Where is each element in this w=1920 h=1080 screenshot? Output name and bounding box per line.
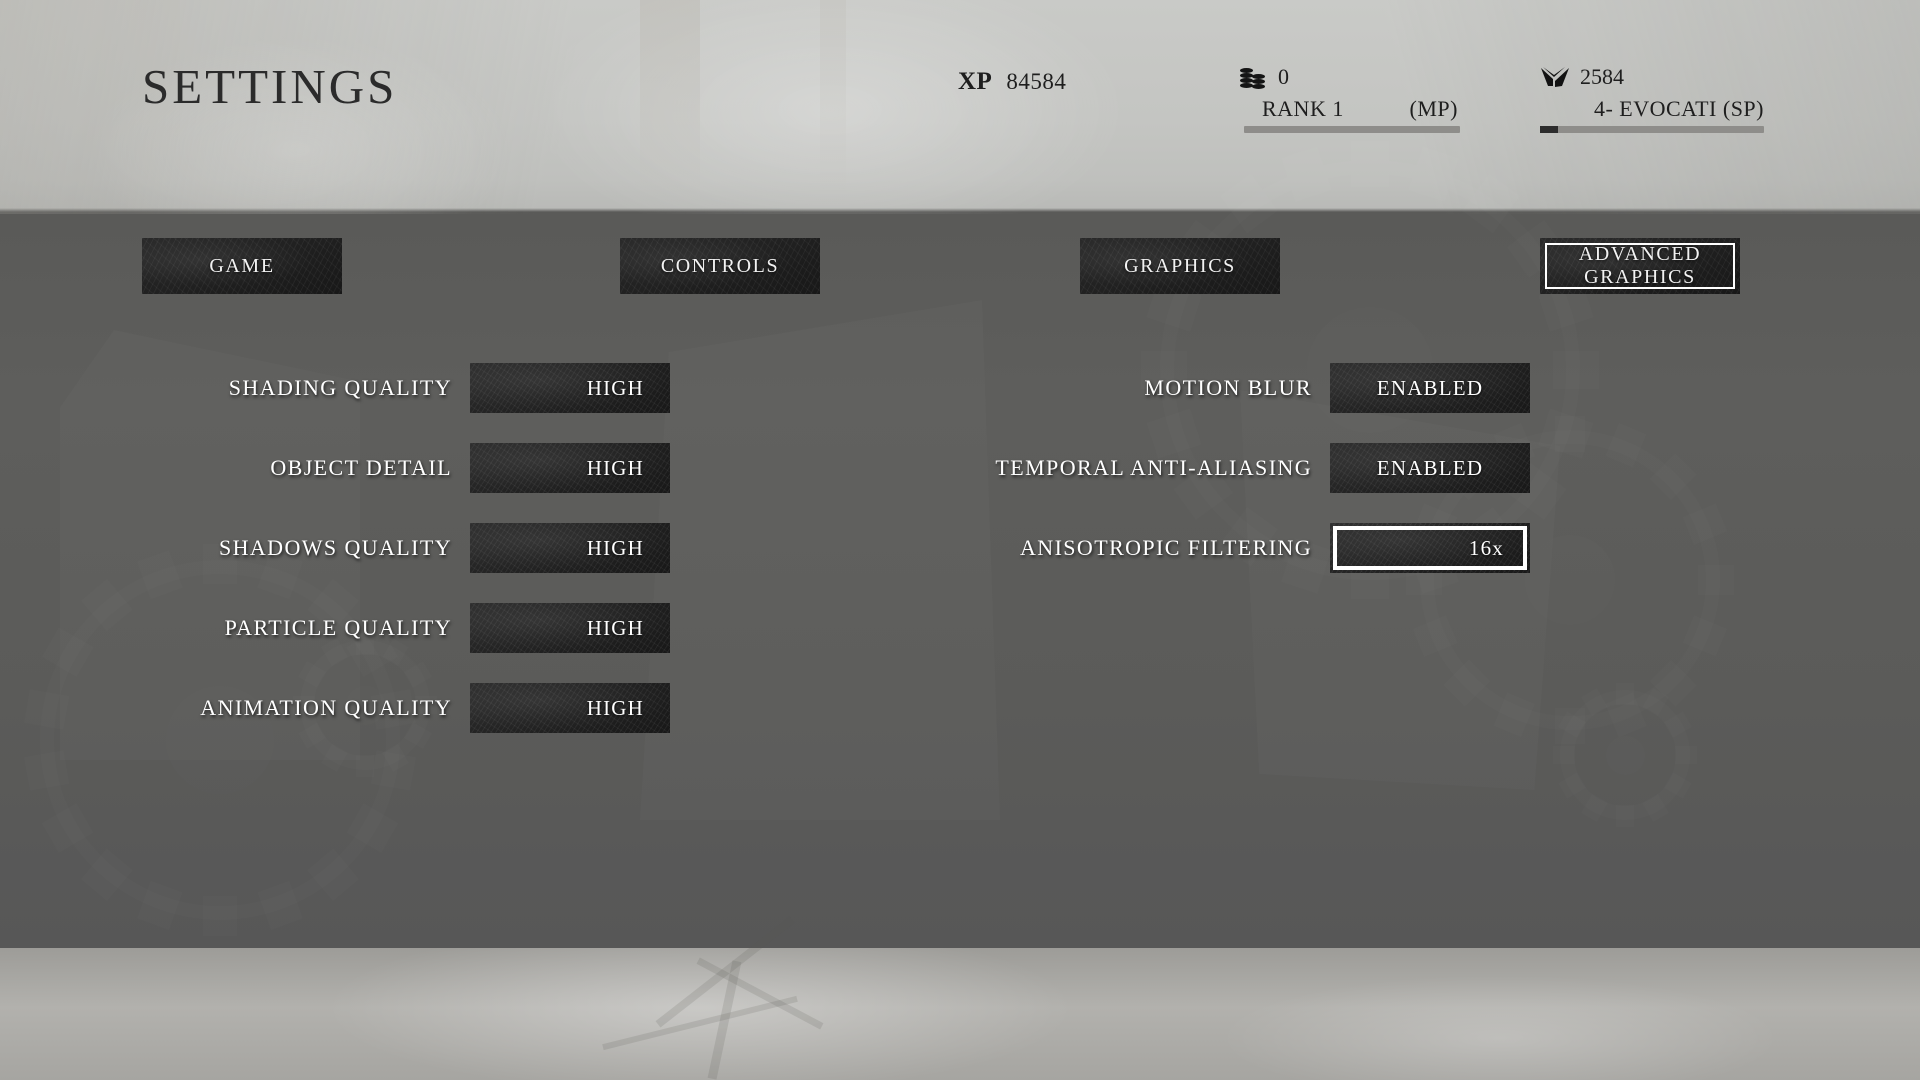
tab-controls[interactable]: CONTROLS [620, 238, 820, 294]
setting-row-object-detail[interactable]: OBJECT DETAIL HIGH [120, 428, 670, 508]
footer-bar: SELECT BACK [0, 948, 1920, 1080]
setting-row-temporal-anti-aliasing[interactable]: TEMPORAL ANTI-ALIASING ENABLED [980, 428, 1530, 508]
setting-value-box[interactable]: ENABLED [1330, 363, 1530, 413]
setting-label: TEMPORAL ANTI-ALIASING [995, 455, 1312, 480]
setting-label: ANISOTROPIC FILTERING [1020, 535, 1312, 560]
tab-graphics[interactable]: GRAPHICS [1080, 238, 1280, 294]
chevron-wing-icon [1540, 66, 1570, 88]
setting-row-anisotropic-filtering[interactable]: ANISOTROPIC FILTERING 16x [980, 508, 1530, 588]
sp-progress-bar [1540, 126, 1764, 133]
tab-advanced-graphics[interactable]: ADVANCED GRAPHICS [1540, 238, 1740, 294]
setting-value: HIGH [586, 375, 644, 400]
coin-amount: 0 [1278, 64, 1289, 89]
tab-game-label: GAME [209, 254, 275, 277]
xp-stat: XP 84584 [958, 68, 1066, 96]
setting-value-box[interactable]: HIGH [470, 363, 670, 413]
setting-row-shading-quality[interactable]: SHADING QUALITY HIGH [120, 348, 670, 428]
setting-label: MOTION BLUR [1144, 375, 1312, 400]
background-gear-5 [1560, 690, 1690, 820]
setting-value: HIGH [586, 695, 644, 720]
setting-value: ENABLED [1376, 455, 1484, 480]
sp-progress-fill [1540, 126, 1558, 133]
xp-label: XP [958, 68, 993, 95]
xp-value: 84584 [1006, 69, 1067, 94]
setting-label: SHADOWS QUALITY [218, 535, 452, 560]
coin-stack-icon [1240, 66, 1268, 89]
mp-mode-label: (MP) [1409, 96, 1458, 121]
tab-game[interactable]: GAME [142, 238, 342, 294]
singleplayer-stat: 2584 4- EVOCATI (SP) [1540, 64, 1770, 133]
setting-value: HIGH [586, 535, 644, 560]
setting-row-shadows-quality[interactable]: SHADOWS QUALITY HIGH [120, 508, 670, 588]
setting-value: HIGH [586, 615, 644, 640]
settings-screen: SETTINGS XP 84584 0 RANK 1 (MP) 2584 4- … [0, 0, 1920, 1080]
settings-column-right: MOTION BLUR ENABLED TEMPORAL ANTI-ALIASI… [980, 348, 1530, 588]
setting-value: ENABLED [1376, 375, 1484, 400]
mp-progress-bar [1244, 126, 1460, 133]
header-bar: SETTINGS XP 84584 0 RANK 1 (MP) 2584 4- … [0, 0, 1920, 212]
setting-value: HIGH [586, 455, 644, 480]
setting-row-animation-quality[interactable]: ANIMATION QUALITY HIGH [120, 668, 670, 748]
multiplayer-stat: 0 RANK 1 (MP) [1240, 64, 1460, 133]
setting-value-box[interactable]: 16x [1330, 523, 1530, 573]
setting-label: OBJECT DETAIL [270, 455, 452, 480]
page-title: SETTINGS [142, 59, 398, 114]
setting-value-box[interactable]: HIGH [470, 443, 670, 493]
settings-column-left: SHADING QUALITY HIGH OBJECT DETAIL HIGH … [120, 348, 670, 748]
setting-value: 16x [1468, 535, 1504, 560]
setting-label: PARTICLE QUALITY [224, 615, 452, 640]
background-building-mid [640, 300, 1000, 820]
tab-controls-label: CONTROLS [660, 254, 780, 277]
setting-label: SHADING QUALITY [228, 375, 452, 400]
setting-value-box[interactable]: HIGH [470, 523, 670, 573]
tab-advanced-graphics-label: ADVANCED GRAPHICS [1578, 243, 1702, 288]
setting-label: ANIMATION QUALITY [200, 695, 452, 720]
setting-value-box[interactable]: ENABLED [1330, 443, 1530, 493]
tab-graphics-label: GRAPHICS [1124, 254, 1236, 277]
setting-value-box[interactable]: HIGH [470, 683, 670, 733]
setting-row-particle-quality[interactable]: PARTICLE QUALITY HIGH [120, 588, 670, 668]
setting-row-motion-blur[interactable]: MOTION BLUR ENABLED [980, 348, 1530, 428]
sp-rank-label: 4- EVOCATI (SP) [1593, 96, 1764, 121]
mp-rank-label: RANK 1 [1262, 96, 1344, 121]
sp-points: 2584 [1580, 64, 1624, 89]
setting-value-box[interactable]: HIGH [470, 603, 670, 653]
